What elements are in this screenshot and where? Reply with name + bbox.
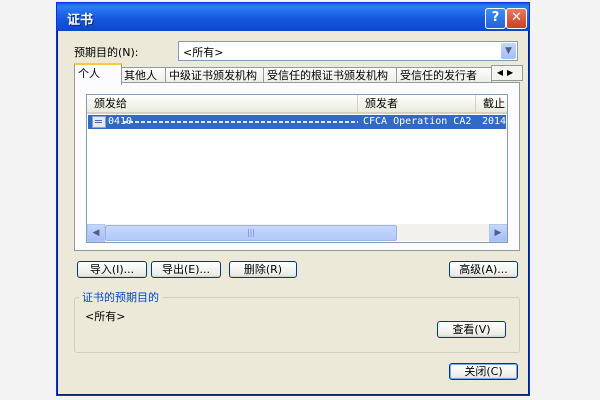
scroll-thumb[interactable]: ||| <box>105 225 397 241</box>
purpose-dropdown[interactable]: <所有> ▼ <box>178 41 518 61</box>
tab-label: 受信任的发行者 <box>400 69 477 82</box>
certificate-icon <box>92 116 106 128</box>
tab-other-people[interactable]: 其他人 <box>120 67 169 83</box>
advanced-button[interactable]: 高级(A)... <box>449 261 518 278</box>
tab-panel: 颁发给 颁发者 截止 0410 CFCA Operation CA2 2014 … <box>74 82 520 251</box>
view-button[interactable]: 查看(V) <box>437 321 506 338</box>
purpose-label: 预期目的(N): <box>74 46 139 59</box>
purpose-selected-value: <所有> <box>183 46 224 59</box>
tab-trusted-publishers[interactable]: 受信任的发行者 <box>396 67 492 83</box>
tab-label: 受信任的根证书颁发机构 <box>267 69 388 82</box>
tab-personal[interactable]: 个人 <box>74 63 122 85</box>
column-expires[interactable]: 截止 <box>476 95 507 112</box>
horizontal-scrollbar[interactable]: ◀ ||| ▶ <box>87 224 507 242</box>
certificate-purposes-text: <所有> <box>85 310 126 323</box>
scroll-left-icon[interactable]: ◀ <box>87 224 105 242</box>
group-legend: 证书的预期目的 <box>79 289 162 305</box>
column-issued-to[interactable]: 颁发给 <box>87 95 358 112</box>
table-row[interactable]: 0410 CFCA Operation CA2 2014 <box>88 115 506 129</box>
column-issuer[interactable]: 颁发者 <box>358 95 476 112</box>
scroll-right-icon[interactable]: ▶ <box>489 224 507 242</box>
tab-label: 个人 <box>78 67 100 80</box>
certificate-list[interactable]: 颁发给 颁发者 截止 0410 CFCA Operation CA2 2014 … <box>86 94 508 243</box>
tab-label: 其他人 <box>124 69 157 82</box>
export-button[interactable]: 导出(E)... <box>151 261 221 278</box>
cell-expires: 2014 <box>482 116 507 127</box>
certificates-dialog: 证书 ? ✕ 预期目的(N): <所有> ▼ 个人 其他人 中级证书颁发机构 受… <box>56 2 530 396</box>
cell-issuer: CFCA Operation CA2 <box>363 116 472 127</box>
remove-button[interactable]: 删除(R) <box>229 261 297 278</box>
masked-text <box>123 121 358 123</box>
help-button[interactable]: ? <box>485 8 506 29</box>
tab-label: 中级证书颁发机构 <box>169 69 257 82</box>
tab-scroll-arrows[interactable]: ◀▶ <box>491 65 523 81</box>
close-window-button[interactable]: ✕ <box>506 8 527 29</box>
title-bar[interactable]: 证书 ? ✕ <box>57 3 529 31</box>
window-title: 证书 <box>67 13 94 28</box>
tab-intermediate-ca[interactable]: 中级证书颁发机构 <box>165 67 267 83</box>
list-header: 颁发给 颁发者 截止 <box>87 95 507 114</box>
close-button[interactable]: 关闭(C) <box>449 363 518 380</box>
chevron-down-icon[interactable]: ▼ <box>501 43 516 59</box>
tab-trusted-root-ca[interactable]: 受信任的根证书颁发机构 <box>263 67 400 83</box>
import-button[interactable]: 导入(I)... <box>77 261 147 278</box>
